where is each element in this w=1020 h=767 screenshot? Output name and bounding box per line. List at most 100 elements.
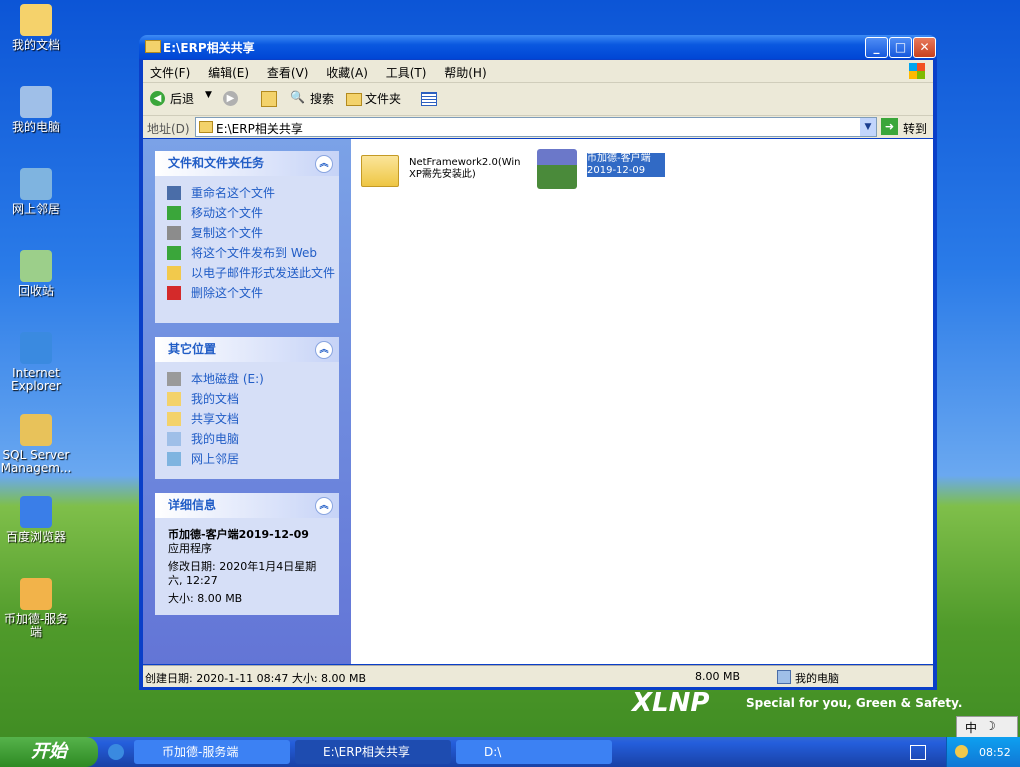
show-desktop-icon[interactable] [910,745,926,760]
detail-size: 大小: 8.00 MB [168,592,243,605]
desktop-icon-label: 我的电脑 [11,120,60,134]
menu-edit[interactable]: 编辑(E) [201,60,256,85]
place-icon [167,372,181,386]
search-icon: 🔍 [290,90,305,104]
menu-favorites[interactable]: 收藏(A) [319,60,375,85]
close-button[interactable]: ✕ [913,37,936,58]
clock: 08:52 [979,746,1011,759]
back-dropdown-icon[interactable]: ▼ [205,90,212,100]
file-tasks-header[interactable]: 文件和文件夹任务 ︽ [155,151,339,176]
other-places-header[interactable]: 其它位置 ︽ [155,337,339,362]
back-icon[interactable]: ◀ [150,91,165,106]
address-value: E:\ERP相关共享 [216,122,303,136]
desktop-icon-label: SQL Server Managem... [0,448,72,475]
recycle-bin-icon [20,250,52,282]
file-name: 币加德-客户端2019-12-09 [587,153,665,177]
task-icon [167,226,181,240]
forward-icon[interactable]: ▶ [223,91,238,106]
task-icon [167,286,181,300]
desktop-icon-label: 百度浏览器 [5,530,66,544]
details-header[interactable]: 详细信息 ︽ [155,493,339,518]
baidu-browser-icon [20,496,52,528]
explorer-window: E:\ERP相关共享 _ □ ✕ 文件(F) 编辑(E) 查看(V) 收藏(A)… [139,35,937,690]
address-label: 地址(D) [147,122,190,136]
toolbar: ◀ 后退 ▼ ▶ 🔍 搜索 文件夹 [143,83,933,116]
other-place-link[interactable]: 网上邻居 [155,452,339,466]
menu-view[interactable]: 查看(V) [260,60,316,85]
desktop-icon-my-computer[interactable]: 我的电脑 [0,86,72,134]
window-titlebar[interactable]: E:\ERP相关共享 _ □ ✕ [139,35,937,59]
task-explorer-d[interactable]: D:\ [456,740,612,764]
quicklaunch-ie-icon[interactable] [108,744,124,760]
file-name: NetFramework2.0(Win XP需先安装此) [409,157,521,180]
menu-bar: 文件(F) 编辑(E) 查看(V) 收藏(A) 工具(T) 帮助(H) [143,60,933,83]
language-bar[interactable]: 中 ☽ [956,716,1018,738]
other-place-link[interactable]: 我的电脑 [155,432,339,446]
file-task-link[interactable]: 将这个文件发布到 Web [155,246,339,260]
file-task-link[interactable]: 删除这个文件 [155,286,339,300]
place-icon [167,452,181,466]
folder-icon [199,121,213,133]
go-button[interactable]: 转到 [903,120,927,137]
address-input[interactable]: E:\ERP相关共享 ▼ [195,117,877,137]
desktop-icon-label: 网上邻居 [11,202,60,216]
collapse-icon: ︽ [315,155,333,173]
menu-tools[interactable]: 工具(T) [379,60,434,85]
folder-icon [361,155,399,187]
go-arrow-icon[interactable]: ➜ [881,118,898,135]
file-task-link[interactable]: 以电子邮件形式发送此文件 [155,266,339,280]
collapse-icon: ︽ [315,341,333,359]
content-area: 文件和文件夹任务 ︽ 重命名这个文件 移动这个文件 复制这个文件 将这个文件发布到 We… [143,139,933,664]
desktop-icon-internet-explorer[interactable]: Internet Explorer [0,332,72,393]
up-folder-icon[interactable] [261,91,277,107]
bijiade-server-icon [20,578,52,610]
other-places-panel: 其它位置 ︽ 本地磁盘 (E:) 我的文档共享文档我的电脑网上邻居 [155,337,339,479]
file-task-link[interactable]: 重命名这个文件 [155,186,339,200]
desktop-icon-network-places[interactable]: 网上邻居 [0,168,72,216]
start-button[interactable]: 开始 [0,737,98,767]
menu-help[interactable]: 帮助(H) [437,60,493,85]
task-icon [167,246,181,260]
tray-app-icon[interactable] [955,745,968,758]
other-place-link[interactable]: 共享文档 [155,412,339,426]
place-icon [167,432,181,446]
desktop-icon-baidu-browser[interactable]: 百度浏览器 [0,496,72,544]
desktop-icon-my-documents[interactable]: 我的文档 [0,4,72,52]
task-explorer-erp[interactable]: E:\ERP相关共享 [295,740,451,764]
search-button[interactable]: 搜索 [310,90,334,107]
installer-icon [537,149,577,189]
status-bar: 创建日期: 2020-1-11 08:47 大小: 8.00 MB 8.00 M… [143,665,933,687]
status-size: 8.00 MB [695,670,741,683]
desktop-icon-label: 回收站 [17,284,54,298]
file-task-link[interactable]: 复制这个文件 [155,226,339,240]
address-bar: 地址(D) E:\ERP相关共享 ▼ ➜ 转到 [143,116,933,138]
views-icon[interactable] [421,92,437,106]
ime-indicator[interactable]: 中 [965,719,977,736]
file-item[interactable]: NetFramework2.0(Win XP需先安装此) [361,149,531,193]
my-documents-icon [20,4,52,36]
menu-file[interactable]: 文件(F) [143,60,197,85]
maximize-button[interactable]: □ [889,37,912,58]
back-button[interactable]: 后退 [170,90,194,107]
folder-icon [145,40,161,53]
internet-explorer-icon [20,332,52,364]
task-server-app[interactable]: 币加德-服务端 [134,740,290,764]
chevron-down-icon[interactable]: ▼ [860,118,876,136]
desktop-icon-label: 币加德-服务端 [3,612,69,639]
desktop-icon-recycle-bin[interactable]: 回收站 [0,250,72,298]
file-tasks-panel: 文件和文件夹任务 ︽ 重命名这个文件 移动这个文件 复制这个文件 将这个文件发布到 We… [155,151,339,323]
other-place-link[interactable]: 本地磁盘 (E:) [155,372,339,386]
status-location: 我的电脑 [795,672,839,685]
file-item-selected[interactable]: 币加德-客户端2019-12-09 [537,145,707,195]
wallpaper-tagline: Special for you, Green & Safety. [746,696,963,710]
sql-server-icon [20,414,52,446]
task-pane: 文件和文件夹任务 ︽ 重命名这个文件 移动这个文件 复制这个文件 将这个文件发布到 We… [143,139,351,664]
folders-icon [346,93,362,106]
file-task-link[interactable]: 移动这个文件 [155,206,339,220]
folders-button[interactable]: 文件夹 [365,90,401,107]
desktop-icon-bijiade-server[interactable]: 币加德-服务端 [0,578,72,639]
desktop-icon-sql-server[interactable]: SQL Server Managem... [0,414,72,475]
minimize-button[interactable]: _ [865,37,888,58]
my-computer-icon [20,86,52,118]
other-place-link[interactable]: 我的文档 [155,392,339,406]
